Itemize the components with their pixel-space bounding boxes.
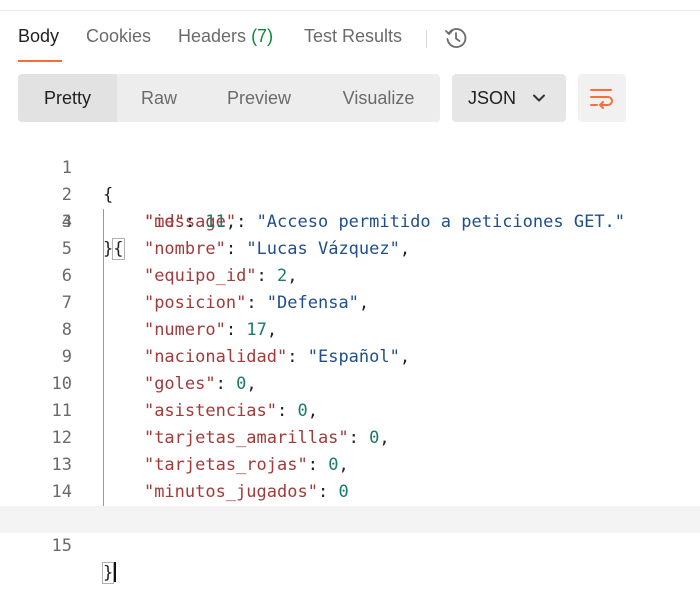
format-selected-value: JSON xyxy=(468,88,517,108)
code-line: 4 "id": 11, xyxy=(0,209,700,236)
json-key: "goles" xyxy=(143,374,216,394)
comma: , xyxy=(379,428,390,448)
json-value: 0 xyxy=(236,374,247,394)
tab-body[interactable]: Body xyxy=(18,26,59,47)
chevron-down-icon xyxy=(533,94,545,102)
code-line-current: 15 } xyxy=(0,506,700,584)
code-line: 11 "asistencias": 0, xyxy=(0,398,700,425)
comma: , xyxy=(358,293,370,313)
line-content: "minutos_jugados": 0 xyxy=(143,482,349,502)
code-line: 5 "nombre": "Lucas Vázquez", xyxy=(0,236,700,263)
line-number: 14 xyxy=(51,482,72,502)
view-mode-selector: Pretty Raw Preview Visualize xyxy=(18,74,440,122)
json-key: "posicion" xyxy=(143,293,247,313)
comma: , xyxy=(287,266,298,286)
line-number: 4 xyxy=(61,212,72,232)
line-content: "equipo_id": 2, xyxy=(143,266,298,286)
line-number: 7 xyxy=(61,293,72,313)
line-content: "numero": 17, xyxy=(143,320,278,340)
code-line: 10 "goles": 0, xyxy=(0,371,700,398)
line-number: 13 xyxy=(51,455,72,475)
code-line: 14 "minutos_jugados": 0 xyxy=(0,479,700,506)
code-line: 8 "numero": 17, xyxy=(0,317,700,344)
tab-test-results[interactable]: Test Results xyxy=(304,26,402,47)
json-value: 0 xyxy=(338,482,349,502)
tab-divider xyxy=(426,30,427,48)
code-line: 7 "posicion": "Defensa", xyxy=(0,290,700,317)
comma: , xyxy=(266,320,278,340)
code-line: 12 "tarjetas_amarillas": 0, xyxy=(0,425,700,452)
comma: , xyxy=(399,347,411,367)
tab-headers-label: Headers xyxy=(178,26,247,46)
view-preview-button[interactable]: Preview xyxy=(201,74,317,122)
tab-headers[interactable]: Headers (7) xyxy=(178,26,273,47)
top-border xyxy=(0,10,700,11)
history-icon[interactable] xyxy=(443,25,469,51)
line-number: 5 xyxy=(61,239,72,259)
line-number: 6 xyxy=(61,266,72,286)
view-pretty-button[interactable]: Pretty xyxy=(18,74,117,122)
line-number: 11 xyxy=(51,401,72,421)
line-content: "goles": 0, xyxy=(143,374,257,394)
line-content: "tarjetas_amarillas": 0, xyxy=(143,428,390,448)
active-tab-indicator xyxy=(18,60,62,62)
view-raw-button[interactable]: Raw xyxy=(117,74,201,122)
json-value: 0 xyxy=(297,401,308,421)
json-key: "tarjetas_rojas" xyxy=(143,455,308,475)
code-line: 1 { xyxy=(0,128,700,205)
line-content: } xyxy=(101,560,117,587)
text-cursor xyxy=(114,562,117,582)
line-content: "posicion": "Defensa", xyxy=(143,293,370,313)
line-content: "asistencias": 0, xyxy=(143,401,318,421)
line-number: 9 xyxy=(61,347,72,367)
line-content: "tarjetas_rojas": 0, xyxy=(143,455,349,475)
comma: , xyxy=(338,455,349,475)
response-tabs: Body Cookies Headers (7) Test Results xyxy=(0,22,700,62)
code-line: 2 "message": "Acceso permitido a peticio… xyxy=(0,155,700,232)
json-key: "equipo_id" xyxy=(143,266,257,286)
json-key: "nombre" xyxy=(143,239,226,259)
json-value: 0 xyxy=(328,455,339,475)
json-key: "tarjetas_amarillas" xyxy=(143,428,349,448)
line-content: "nombre": "Lucas Vázquez", xyxy=(143,239,411,259)
json-value: 2 xyxy=(277,266,288,286)
json-value: "Defensa" xyxy=(266,293,359,313)
code-line: 6 "equipo_id": 2, xyxy=(0,263,700,290)
line-number: 8 xyxy=(61,320,72,340)
json-value: "Lucas Vázquez" xyxy=(246,239,400,259)
json-value: 17 xyxy=(246,320,267,340)
json-key: "nacionalidad" xyxy=(143,347,288,367)
matched-brace: } xyxy=(101,562,115,584)
view-visualize-button[interactable]: Visualize xyxy=(317,74,440,122)
format-dropdown[interactable]: JSON xyxy=(452,74,566,122)
headers-count-badge: (7) xyxy=(251,26,274,46)
line-content: "nacionalidad": "Español", xyxy=(143,347,411,367)
code-line: 9 "nacionalidad": "Español", xyxy=(0,344,700,371)
line-number: 10 xyxy=(51,374,72,394)
code-line: 13 "tarjetas_rojas": 0, xyxy=(0,452,700,479)
line-content: "id": 11, xyxy=(143,212,237,232)
json-key: "asistencias" xyxy=(143,401,278,421)
line-number: 12 xyxy=(51,428,72,448)
comma: , xyxy=(225,212,237,232)
json-key: "id" xyxy=(143,212,185,232)
json-key: "minutos_jugados" xyxy=(143,482,318,502)
json-value: 11 xyxy=(205,212,226,232)
tab-cookies[interactable]: Cookies xyxy=(86,26,151,47)
json-key: "numero" xyxy=(143,320,226,340)
json-value: "Español" xyxy=(307,347,400,367)
code-line: 3 }{ xyxy=(0,182,700,260)
comma: , xyxy=(246,374,257,394)
comma: , xyxy=(307,401,318,421)
wrap-lines-icon xyxy=(590,89,613,109)
comma: , xyxy=(399,239,411,259)
wrap-lines-button[interactable] xyxy=(578,74,626,122)
line-number: 15 xyxy=(51,536,72,556)
json-value: 0 xyxy=(369,428,380,448)
